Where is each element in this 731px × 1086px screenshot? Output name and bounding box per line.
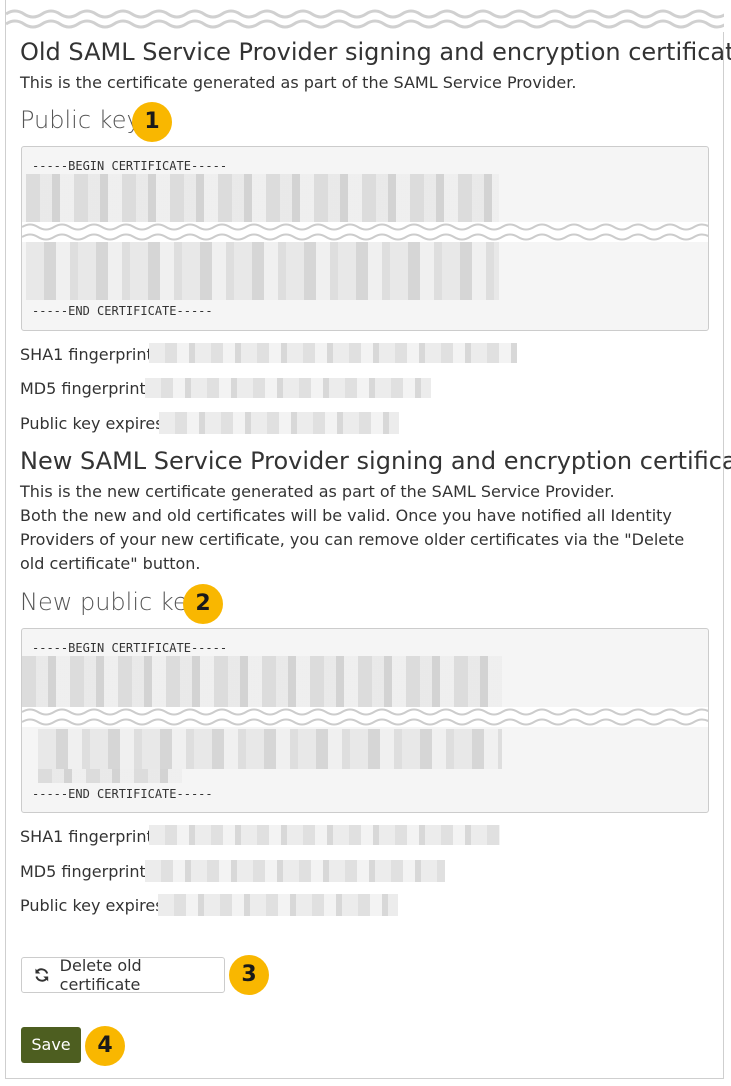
public-key-textarea[interactable]: -----BEGIN CERTIFICATE----- -----END CER… <box>21 146 709 331</box>
md5-fingerprint-value <box>145 860 445 882</box>
redacted-key-content <box>26 242 499 300</box>
old-certificate-title: Old SAML Service Provider signing and en… <box>20 38 731 66</box>
callout-badge-3: 3 <box>229 955 269 995</box>
refresh-icon <box>35 968 49 982</box>
sha1-fingerprint-value <box>149 825 500 845</box>
delete-old-certificate-button[interactable]: Delete old certificate <box>21 956 225 994</box>
public-key-expires-label: Public key expires: <box>20 414 169 433</box>
callout-badge-4: 4 <box>85 1026 125 1066</box>
new-certificate-note: Both the new and old certificates will b… <box>20 506 685 573</box>
public-key-expires-value <box>158 894 398 916</box>
callout-badge-1: 1 <box>132 102 172 142</box>
sha1-fingerprint-label: SHA1 fingerprint: <box>20 827 159 846</box>
torn-divider <box>22 707 708 727</box>
public-key-heading: Public key <box>20 106 141 134</box>
torn-edge-top <box>6 0 724 32</box>
cert-end-line: -----END CERTIFICATE----- <box>32 304 213 318</box>
redacted-key-content <box>38 729 502 769</box>
new-certificate-description: This is the new certificate generated as… <box>20 482 615 501</box>
cert-end-line: -----END CERTIFICATE----- <box>32 787 213 801</box>
save-button[interactable]: Save <box>21 1027 81 1063</box>
callout-badge-2: 2 <box>183 584 223 624</box>
public-key-expires-value <box>159 412 399 434</box>
md5-fingerprint-label: MD5 fingerprint: <box>20 862 152 881</box>
new-public-key-heading: New public key <box>20 588 202 616</box>
redacted-key-content <box>38 769 182 783</box>
old-certificate-description: This is the certificate generated as par… <box>20 73 577 92</box>
new-public-key-textarea[interactable]: -----BEGIN CERTIFICATE----- -----END CER… <box>21 628 709 813</box>
sha1-fingerprint-label: SHA1 fingerprint: <box>20 345 159 364</box>
new-certificate-title: New SAML Service Provider signing and en… <box>20 447 731 475</box>
md5-fingerprint-label: MD5 fingerprint: <box>20 379 152 398</box>
torn-divider <box>22 222 708 242</box>
cert-begin-line: -----BEGIN CERTIFICATE----- <box>32 641 228 655</box>
sha1-fingerprint-value <box>149 343 517 363</box>
delete-old-certificate-label: Delete old certificate <box>59 956 142 994</box>
md5-fingerprint-value <box>145 378 431 398</box>
redacted-key-content <box>26 174 499 224</box>
public-key-expires-label: Public key expires: <box>20 896 169 915</box>
cert-begin-line: -----BEGIN CERTIFICATE----- <box>32 159 228 173</box>
redacted-key-content <box>22 656 502 712</box>
